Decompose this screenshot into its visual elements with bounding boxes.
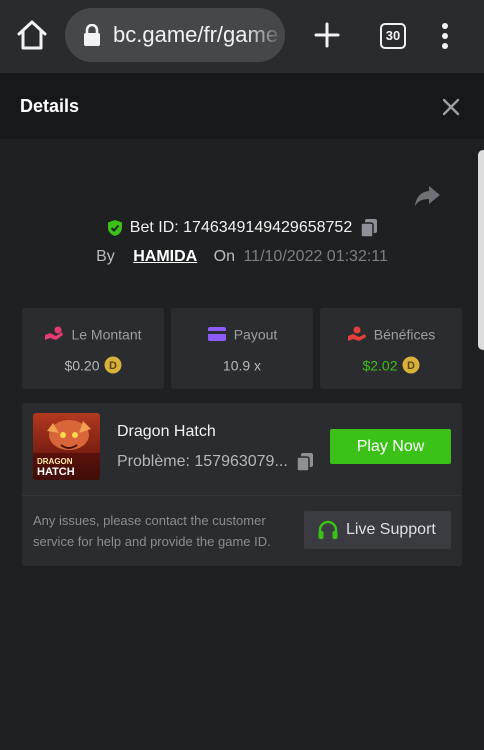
verified-shield-icon bbox=[107, 220, 122, 236]
bet-id-value: 1746349149429658752 bbox=[183, 219, 353, 236]
stat-card-profit: Bénéfices $2.02 D bbox=[320, 308, 462, 389]
stat-card-amount: Le Montant $0.20 D bbox=[22, 308, 164, 389]
by-label: By bbox=[96, 248, 115, 265]
svg-text:D: D bbox=[407, 360, 415, 372]
stat-label-payout: Payout bbox=[233, 326, 278, 343]
support-message: Any issues, please contact the customer … bbox=[33, 513, 271, 549]
bet-id-label: Bet ID: bbox=[129, 219, 179, 236]
bet-meta-row: By HAMIDA On 11/10/2022 01:32:11 bbox=[0, 248, 484, 266]
address-bar[interactable]: bc.game/fr/game bbox=[65, 8, 285, 62]
copy-icon[interactable] bbox=[360, 218, 378, 238]
divider bbox=[22, 495, 462, 496]
lock-icon bbox=[84, 24, 100, 46]
on-label: On bbox=[213, 248, 236, 265]
game-thumbnail[interactable]: DRAGON HATCH bbox=[33, 413, 100, 480]
doge-coin-icon: D bbox=[402, 356, 420, 374]
red-coins-hand-icon bbox=[347, 326, 366, 342]
copy-icon[interactable] bbox=[296, 452, 314, 472]
problem-id-row: Problème: 157963079... bbox=[117, 452, 314, 472]
stat-value-amount: $0.20 bbox=[64, 357, 100, 374]
tab-count-button[interactable]: 30 bbox=[380, 23, 406, 49]
headset-icon bbox=[318, 520, 338, 539]
more-menu-icon[interactable] bbox=[437, 22, 453, 50]
stat-card-payout: Payout 10.9 x bbox=[171, 308, 313, 389]
svg-text:DRAGON: DRAGON bbox=[37, 457, 73, 466]
pink-hand-coin-icon bbox=[45, 326, 64, 341]
bet-id-row: Bet ID: 1746349149429658752 bbox=[0, 218, 484, 238]
share-icon[interactable] bbox=[413, 184, 441, 208]
bet-date: 11/10/2022 01:32:11 bbox=[243, 248, 388, 265]
play-now-button[interactable]: Play Now bbox=[330, 429, 451, 464]
purple-card-icon bbox=[207, 327, 226, 342]
new-tab-icon[interactable] bbox=[314, 22, 340, 48]
live-support-button[interactable]: Live Support bbox=[304, 511, 451, 549]
close-icon[interactable] bbox=[441, 97, 461, 117]
home-icon[interactable] bbox=[16, 18, 48, 52]
doge-coin-icon: D bbox=[104, 356, 122, 374]
live-support-label: Live Support bbox=[346, 521, 436, 538]
details-header: Details bbox=[0, 73, 484, 139]
stat-label-profit: Bénéfices bbox=[373, 326, 436, 343]
problem-id: Problème: 157963079... bbox=[117, 453, 288, 470]
stat-value-profit: $2.02 bbox=[362, 357, 398, 374]
username-link[interactable]: HAMIDA bbox=[133, 248, 197, 265]
game-name: Dragon Hatch bbox=[117, 423, 216, 440]
browser-toolbar: bc.game/fr/game 30 bbox=[0, 0, 484, 73]
svg-text:HATCH: HATCH bbox=[37, 466, 75, 478]
stat-label-amount: Le Montant bbox=[71, 326, 142, 343]
dragon-hatch-artwork: DRAGON HATCH bbox=[33, 413, 100, 480]
page-title: Details bbox=[20, 96, 80, 116]
svg-text:D: D bbox=[109, 360, 117, 372]
game-card: DRAGON HATCH Dragon Hatch Problème: 1579… bbox=[22, 403, 462, 566]
stat-value-payout: 10.9 x bbox=[222, 357, 262, 374]
url-fade bbox=[245, 8, 285, 62]
